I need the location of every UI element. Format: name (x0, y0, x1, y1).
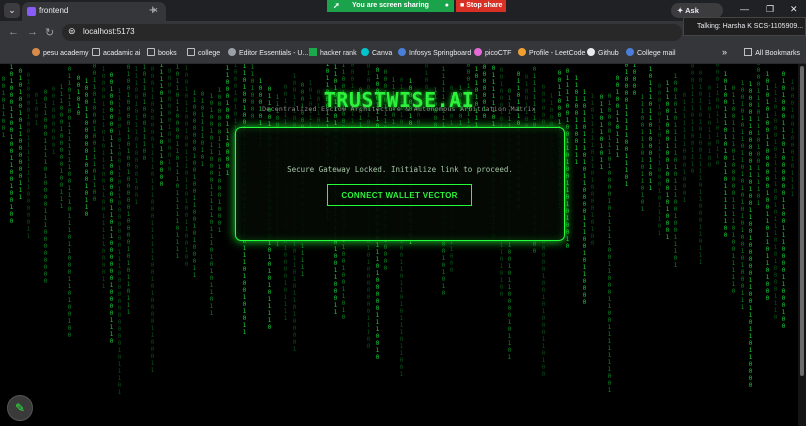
scrollbar-thumb[interactable] (800, 66, 804, 376)
new-tab-icon[interactable]: + (149, 2, 157, 18)
matrix-rain-column: 1 1 1 1 0 0 1 0 1 0 0 1 1 0 1 1 0 0 0 0 … (117, 87, 122, 396)
bookmark-github[interactable]: Github (587, 48, 619, 57)
share-icon: ➚ (333, 1, 340, 10)
bookmark-editor-essentials[interactable]: Editor Essentials - U... (228, 48, 308, 57)
matrix-rain-column: 1 1 1 0 0 1 0 1 1 1 0 1 0 0 0 0 1 0 0 1 (134, 65, 139, 206)
address-bar[interactable]: ⊜ localhost:5173 (62, 24, 682, 41)
maximize-icon[interactable]: ❐ (766, 4, 774, 15)
site-icon (398, 48, 406, 56)
folder-icon (744, 48, 753, 56)
matrix-rain-column: 0 1 0 0 0 0 1 1 1 1 1 0 0 1 1 1 0 1 (624, 64, 629, 188)
tab-favicon-icon (27, 7, 36, 16)
bookmarks-overflow-icon[interactable]: » (722, 47, 727, 57)
edit-pencil-icon[interactable]: ✎ (7, 395, 33, 421)
bookmark-label: books (158, 50, 177, 57)
back-icon[interactable]: ← (8, 26, 19, 38)
site-icon (228, 48, 236, 56)
matrix-rain-column: 1 1 0 1 1 1 1 1 0 1 1 0 1 0 0 0 0 1 0 1 … (590, 92, 595, 247)
forward-icon[interactable]: → (27, 26, 38, 38)
bookmark-pesu-academy[interactable]: pesu academy (32, 48, 89, 57)
bookmarks-bar: pesu academy acadamic ai books college E… (0, 44, 806, 64)
reload-icon[interactable]: ↻ (45, 26, 54, 39)
bookmark-label: Editor Essentials - U... (239, 50, 309, 57)
folder-icon (187, 48, 195, 56)
url-text: localhost:5173 (83, 27, 135, 36)
matrix-rain-column: 1 0 1 1 0 1 0 0 0 1 1 1 0 0 (142, 64, 147, 162)
tab-frontend[interactable]: frontend × (22, 2, 166, 21)
matrix-rain-column: 0 1 1 0 0 0 1 0 0 1 1 1 0 0 0 0 1 (225, 64, 230, 177)
site-icon (518, 48, 526, 56)
matrix-rain-column: 0 0 1 1 0 0 0 1 1 1 1 0 1 0 0 0 0 1 1 1 … (43, 88, 48, 285)
bookmark-label: Infosys Springboard (409, 50, 472, 57)
bookmark-books[interactable]: books (147, 48, 177, 57)
shield-icon: ● (444, 2, 449, 9)
stop-share-button[interactable]: ■ Stop share (456, 0, 506, 12)
matrix-rain-column: 1 1 1 0 1 0 0 0 1 0 1 1 1 1 1 0 0 1 0 1 … (773, 82, 778, 321)
bookmark-hacker-rank[interactable]: hacker rank (309, 48, 357, 57)
site-icon (587, 48, 595, 56)
matrix-page: 0 0 1 0 1 1 0 0 1 0 1 0 1 0 0 0 1 1 0 0 … (0, 64, 798, 426)
bookmark-canva[interactable]: Canva (361, 48, 392, 57)
matrix-rain-column: 1 0 0 0 0 1 1 0 0 0 0 0 1 1 0 1 0 0 1 1 … (748, 80, 753, 389)
matrix-rain-column: 1 1 0 0 0 0 0 0 0 1 0 0 1 0 0 1 1 0 0 1 … (192, 89, 197, 279)
bookmark-label: picoCTF (485, 50, 512, 57)
matrix-rain-column: 1 1 1 1 0 1 1 1 1 1 1 0 1 1 0 0 0 0 (159, 64, 164, 188)
bookmark-label: Canva (372, 50, 393, 57)
app-subtitle: Decentralized Escrow Architecture & Auto… (262, 105, 536, 113)
site-icon (361, 48, 369, 56)
matrix-rain-column: 1 0 0 1 0 1 0 1 1 0 1 1 0 1 0 1 0 1 0 1 … (740, 79, 745, 311)
bookmark-label: pesu academy (43, 50, 89, 57)
bookmark-infosys-springboard[interactable]: Infosys Springboard (398, 48, 471, 57)
connect-wallet-button[interactable]: CONNECT WALLET VECTOR (327, 184, 472, 206)
bookmark-label: college (198, 50, 221, 57)
matrix-rain-column: 0 0 0 1 1 1 1 0 1 1 0 0 1 1 1 0 (690, 64, 695, 175)
all-bookmarks-label: All Bookmarks (755, 50, 800, 57)
site-icon (32, 48, 40, 56)
matrix-rain-column: 0 0 0 1 1 0 0 1 1 0 1 0 1 1 0 (715, 64, 720, 167)
stop-icon: ■ (460, 2, 465, 9)
screen-share-text: You are screen sharing (352, 2, 429, 9)
matrix-rain-column: 1 0 1 0 0 1 0 1 1 0 0 0 0 1 1 1 1 1 0 1 … (209, 92, 214, 317)
bookmark-label: Github (598, 50, 619, 57)
site-icon (474, 48, 482, 56)
matrix-rain-column: 0 1 0 0 0 0 1 1 1 0 1 0 0 0 0 1 0 1 1 1 … (607, 92, 612, 394)
bookmark-leetcode[interactable]: Profile - LeetCode (518, 48, 585, 57)
site-icon (626, 48, 634, 56)
matrix-rain-column: 0 0 0 0 0 0 0 0 1 0 0 0 0 1 0 (167, 67, 172, 173)
minimize-icon[interactable]: — (740, 4, 749, 14)
all-bookmarks-button[interactable]: All Bookmarks (744, 48, 800, 57)
bookmark-acadamic-ai[interactable]: acadamic ai (92, 48, 140, 57)
matrix-rain-column: 0 0 0 0 1 1 1 0 1 1 1 0 1 0 0 1 1 1 1 0 … (756, 64, 761, 207)
gemini-icon: ✦ (677, 6, 684, 15)
stop-share-label: Stop share (466, 2, 503, 9)
tab-title: frontend (39, 6, 69, 15)
bookmark-label: College mail (637, 50, 676, 57)
bookmark-college-mail[interactable]: College mail (626, 48, 676, 57)
ask-gemini-button[interactable]: ✦ Ask Gemini (671, 3, 723, 30)
call-tooltip: Talking: Harsha K SCS-1105909... (683, 17, 806, 36)
bookmark-picoctf[interactable]: picoCTF (474, 48, 511, 57)
folder-icon (147, 48, 155, 56)
site-info-icon[interactable]: ⊜ (68, 26, 76, 37)
matrix-rain-column: 0 1 1 0 0 1 1 1 1 0 1 0 0 0 0 0 1 1 1 1 … (731, 84, 736, 295)
tab-search-icon[interactable]: ⌄ (4, 3, 20, 18)
screen-share-banner: ➚ You are screen sharing ● (327, 0, 454, 12)
matrix-rain-column: 1 1 0 1 1 0 1 1 1 0 1 0 1 1 0 0 0 0 1 1 … (582, 88, 587, 306)
bookmark-label: Profile - LeetCode (529, 50, 586, 57)
bookmark-college[interactable]: college (187, 48, 220, 57)
gateway-message: Secure Gateway Locked. Initialize link t… (287, 165, 513, 174)
site-icon (309, 48, 317, 56)
bookmark-label: hacker rank (320, 50, 357, 57)
matrix-rain-column: 1 0 1 1 1 0 1 1 0 1 0 0 0 1 1 0 1 1 (648, 65, 653, 192)
close-window-icon[interactable]: ✕ (790, 4, 798, 15)
gateway-card: Secure Gateway Locked. Initialize link t… (235, 127, 565, 241)
folder-icon (92, 48, 100, 56)
bookmark-label: acadamic ai (103, 50, 141, 57)
matrix-rain-column: 0 0 1 1 0 1 0 0 0 1 0 0 1 1 1 0 1 1 0 0 (92, 64, 97, 203)
